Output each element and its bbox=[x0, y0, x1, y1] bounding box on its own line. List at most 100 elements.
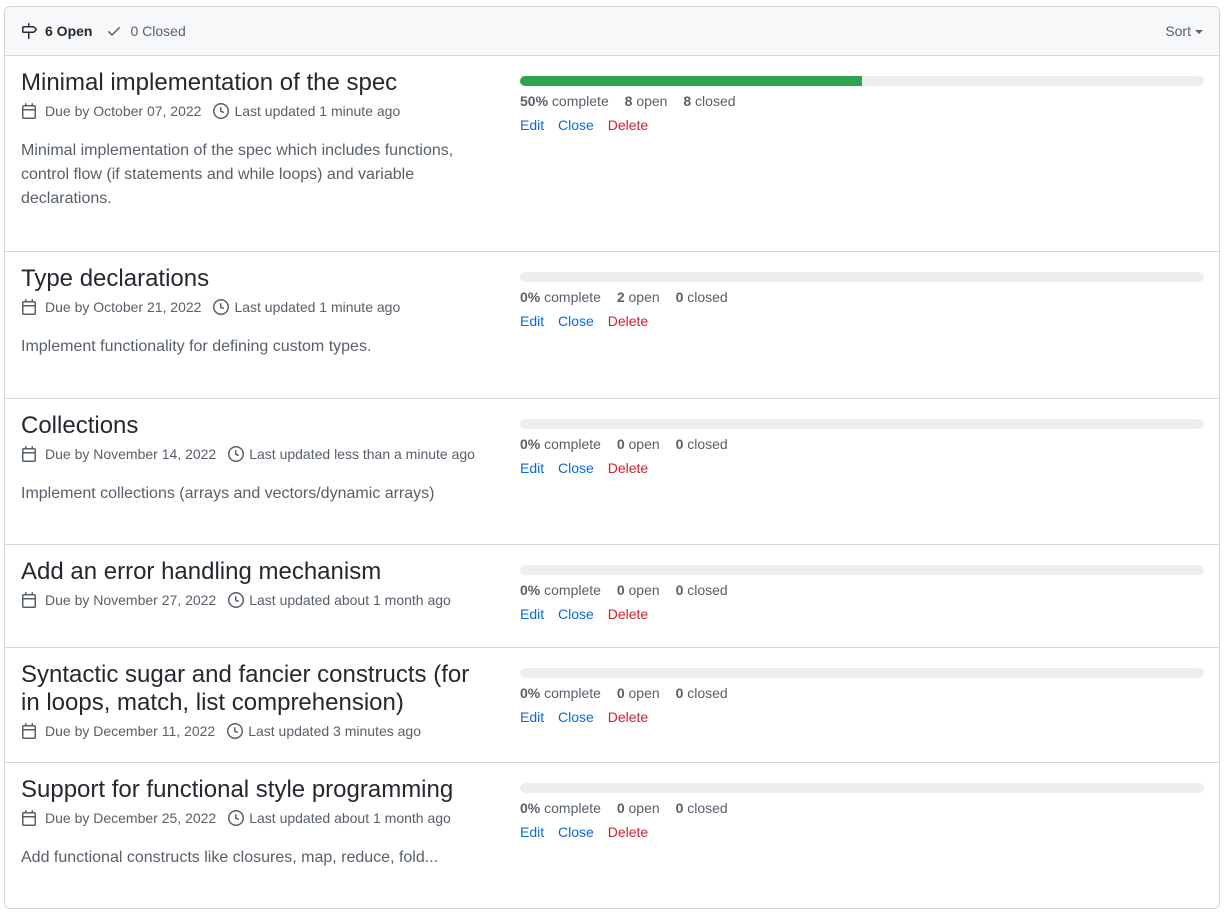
last-updated: Last updated about 1 month ago bbox=[249, 810, 451, 826]
clock-icon bbox=[227, 723, 244, 739]
milestone-row: Collections Due by November 14, 2022 Las… bbox=[5, 398, 1219, 544]
milestone-title-link[interactable]: Collections bbox=[21, 412, 491, 440]
edit-link[interactable]: Edit bbox=[520, 824, 544, 840]
due-date: Due by December 25, 2022 bbox=[45, 810, 217, 826]
last-updated: Last updated 3 minutes ago bbox=[248, 723, 421, 739]
milestone-meta: Due by November 14, 2022 Last updated le… bbox=[21, 446, 491, 462]
delete-link[interactable]: Delete bbox=[608, 606, 648, 622]
milestone-actions: Edit Close Delete bbox=[520, 313, 1204, 329]
milestone-list: Minimal implementation of the spec Due b… bbox=[5, 56, 1219, 908]
calendar-icon bbox=[21, 810, 37, 826]
open-issues-count[interactable]: 8 open bbox=[625, 93, 668, 109]
open-issues-count[interactable]: 0 open bbox=[617, 436, 660, 452]
open-milestones-filter[interactable]: 6 Open bbox=[21, 23, 92, 39]
percent-complete: 50% complete bbox=[520, 93, 609, 109]
milestone-meta: Due by October 07, 2022 Last updated 1 m… bbox=[21, 103, 491, 119]
milestone-progress: 0% complete 0 open 0 closed Edit Close D… bbox=[520, 648, 1204, 725]
last-updated: Last updated less than a minute ago bbox=[249, 446, 475, 462]
delete-link[interactable]: Delete bbox=[608, 313, 648, 329]
milestone-title-link[interactable]: Syntactic sugar and fancier constructs (… bbox=[21, 661, 491, 717]
closed-issues-count[interactable]: 0 closed bbox=[676, 685, 728, 701]
milestone-title-link[interactable]: Minimal implementation of the spec bbox=[21, 69, 491, 97]
milestone-row: Type declarations Due by October 21, 202… bbox=[5, 251, 1219, 398]
delete-link[interactable]: Delete bbox=[608, 824, 648, 840]
sort-dropdown[interactable]: Sort bbox=[1165, 7, 1203, 55]
clock-icon bbox=[213, 103, 230, 119]
due-date: Due by December 11, 2022 bbox=[45, 723, 216, 739]
milestone-actions: Edit Close Delete bbox=[520, 117, 1204, 133]
milestone-title-link[interactable]: Support for functional style programming bbox=[21, 776, 491, 804]
calendar-icon bbox=[21, 592, 37, 608]
closed-count-label: 0 Closed bbox=[130, 23, 186, 39]
closed-issues-count[interactable]: 0 closed bbox=[676, 289, 728, 305]
closed-issues-count[interactable]: 0 closed bbox=[676, 582, 728, 598]
delete-link[interactable]: Delete bbox=[608, 709, 648, 725]
close-link[interactable]: Close bbox=[558, 709, 594, 725]
milestone-progress: 0% complete 0 open 0 closed Edit Close D… bbox=[520, 399, 1204, 476]
milestone-progress: 0% complete 2 open 0 closed Edit Close D… bbox=[520, 252, 1204, 329]
delete-link[interactable]: Delete bbox=[608, 460, 648, 476]
milestone-description: Implement collections (arrays and vector… bbox=[21, 485, 435, 502]
close-link[interactable]: Close bbox=[558, 313, 594, 329]
milestone-title-link[interactable]: Type declarations bbox=[21, 265, 491, 293]
progress-bar bbox=[520, 783, 1204, 793]
clock-icon bbox=[213, 299, 230, 315]
milestone-meta: Due by December 25, 2022 Last updated ab… bbox=[21, 810, 491, 826]
closed-issues-count[interactable]: 8 closed bbox=[683, 93, 735, 109]
open-issues-count[interactable]: 0 open bbox=[617, 685, 660, 701]
milestone-stats: 0% complete 0 open 0 closed bbox=[520, 582, 1204, 598]
clock-icon bbox=[228, 810, 245, 826]
caret-down-icon bbox=[1195, 30, 1203, 34]
milestone-info: Support for functional style programming… bbox=[21, 776, 491, 870]
last-updated: Last updated about 1 month ago bbox=[249, 592, 451, 608]
clock-icon bbox=[228, 446, 245, 462]
close-link[interactable]: Close bbox=[558, 117, 594, 133]
closed-issues-count[interactable]: 0 closed bbox=[676, 800, 728, 816]
calendar-icon bbox=[21, 103, 37, 119]
milestone-info: Minimal implementation of the spec Due b… bbox=[21, 69, 491, 211]
milestone-stats: 0% complete 2 open 0 closed bbox=[520, 289, 1204, 305]
progress-bar bbox=[520, 76, 1204, 86]
close-link[interactable]: Close bbox=[558, 606, 594, 622]
edit-link[interactable]: Edit bbox=[520, 709, 544, 725]
close-link[interactable]: Close bbox=[558, 460, 594, 476]
milestone-row: Add an error handling mechanism Due by N… bbox=[5, 544, 1219, 647]
milestones-box: 6 Open 0 Closed Sort Minimal implementat… bbox=[4, 6, 1220, 909]
milestone-meta: Due by October 21, 2022 Last updated 1 m… bbox=[21, 299, 491, 315]
progress-bar bbox=[520, 419, 1204, 429]
milestone-progress: 0% complete 0 open 0 closed Edit Close D… bbox=[520, 545, 1204, 622]
edit-link[interactable]: Edit bbox=[520, 460, 544, 476]
edit-link[interactable]: Edit bbox=[520, 606, 544, 622]
percent-complete: 0% complete bbox=[520, 436, 601, 452]
milestone-title-link[interactable]: Add an error handling mechanism bbox=[21, 558, 491, 586]
due-date: Due by October 21, 2022 bbox=[45, 299, 202, 315]
calendar-icon bbox=[21, 723, 37, 739]
milestone-progress: 50% complete 8 open 8 closed Edit Close … bbox=[520, 56, 1204, 133]
edit-link[interactable]: Edit bbox=[520, 313, 544, 329]
progress-bar bbox=[520, 565, 1204, 575]
close-link[interactable]: Close bbox=[558, 824, 594, 840]
sort-label: Sort bbox=[1165, 23, 1191, 39]
calendar-icon bbox=[21, 446, 37, 462]
closed-issues-count[interactable]: 0 closed bbox=[676, 436, 728, 452]
open-issues-count[interactable]: 2 open bbox=[617, 289, 660, 305]
progress-bar bbox=[520, 668, 1204, 678]
milestone-row: Minimal implementation of the spec Due b… bbox=[5, 56, 1219, 251]
milestone-meta: Due by November 27, 2022 Last updated ab… bbox=[21, 592, 491, 608]
due-date: Due by November 14, 2022 bbox=[45, 446, 217, 462]
check-icon bbox=[106, 23, 122, 39]
calendar-icon bbox=[21, 299, 37, 315]
milestone-info: Syntactic sugar and fancier constructs (… bbox=[21, 661, 491, 739]
milestone-stats: 50% complete 8 open 8 closed bbox=[520, 93, 1204, 109]
due-date: Due by November 27, 2022 bbox=[45, 592, 217, 608]
milestone-meta: Due by December 11, 2022 Last updated 3 … bbox=[21, 723, 491, 739]
open-issues-count[interactable]: 0 open bbox=[617, 582, 660, 598]
open-issues-count[interactable]: 0 open bbox=[617, 800, 660, 816]
edit-link[interactable]: Edit bbox=[520, 117, 544, 133]
due-date: Due by October 07, 2022 bbox=[45, 103, 202, 119]
delete-link[interactable]: Delete bbox=[608, 117, 648, 133]
milestone-progress: 0% complete 0 open 0 closed Edit Close D… bbox=[520, 763, 1204, 840]
milestone-row: Syntactic sugar and fancier constructs (… bbox=[5, 647, 1219, 762]
closed-milestones-filter[interactable]: 0 Closed bbox=[106, 23, 186, 39]
last-updated: Last updated 1 minute ago bbox=[234, 299, 401, 315]
